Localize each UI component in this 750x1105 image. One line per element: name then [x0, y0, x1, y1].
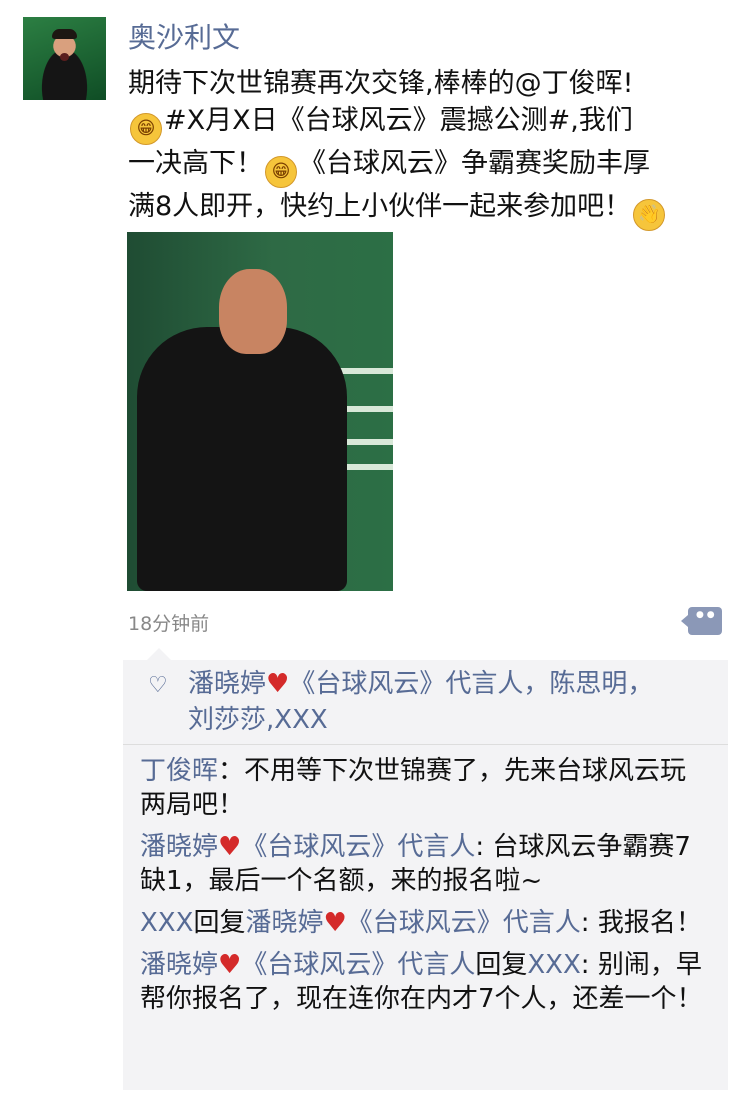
post-line-2: 😁 #X月X日《台球风云》震撼公测#,我们: [128, 102, 708, 145]
avatar-mouth: [60, 53, 69, 61]
likes-row: ♡ 潘晓婷♥《台球风云》代言人，陈思明， 刘莎莎,XXX: [123, 660, 728, 745]
avatar-hair: [52, 29, 77, 39]
post-line-2-text: #X月X日《台球风云》震撼公测#,我们: [164, 105, 633, 136]
grinning-face-icon: 😁: [130, 113, 162, 145]
heart-outline-icon: ♡: [148, 673, 168, 698]
reply-target[interactable]: XXX: [527, 950, 580, 980]
comment-item[interactable]: 丁俊晖：不用等下次世锦赛了，先来台球风云玩两局吧！: [140, 754, 705, 822]
post-line-3-a: 一决高下！: [128, 148, 263, 179]
post-text: 期待下次世锦赛再次交锋,棒棒的@丁俊晖! 😁 #X月X日《台球风云》震撼公测#,我…: [128, 65, 708, 231]
player-head: [219, 269, 287, 354]
reply-word: 回复: [475, 950, 528, 980]
player-body: [137, 327, 347, 591]
post-time: 18分钟前: [128, 613, 210, 635]
heart-icon: ♥: [218, 950, 242, 980]
like-name[interactable]: 刘莎莎: [188, 705, 266, 735]
comment-author[interactable]: 潘晓婷: [140, 832, 218, 862]
post-photo[interactable]: [127, 232, 393, 591]
grinning-face-icon: 😁: [265, 156, 297, 188]
like-separator: ，: [627, 669, 654, 699]
reply-target[interactable]: 潘晓婷: [245, 908, 323, 938]
like-name[interactable]: 陈思明: [549, 669, 627, 699]
like-name[interactable]: 《台球风云》代言人: [289, 669, 523, 699]
heart-icon: ♥: [266, 669, 290, 699]
comment-author-suffix[interactable]: 《台球风云》代言人: [241, 832, 475, 862]
heart-icon: ♥: [218, 832, 242, 862]
comment-item[interactable]: XXX回复潘晓婷♥《台球风云》代言人: 我报名！: [140, 906, 705, 940]
comment-button[interactable]: [681, 607, 722, 635]
like-separator: ，: [523, 669, 550, 699]
post-line-4-text: 满8人即开，快约上小伙伴一起来参加吧！: [128, 191, 632, 222]
post-line-3-b: 《台球风云》争霸赛奖励丰厚: [299, 148, 650, 179]
comment-item[interactable]: 潘晓婷♥《台球风云》代言人回复XXX: 别闹，早帮你报名了，现在连你在内才7个人…: [140, 948, 705, 1016]
interaction-box: ♡ 潘晓婷♥《台球风云》代言人，陈思明， 刘莎莎,XXX 丁俊晖：不用等下次世锦…: [123, 648, 728, 1090]
post-line-3: 一决高下！ 😁 《台球风云》争霸赛奖励丰厚: [128, 145, 708, 188]
comment-author[interactable]: 潘晓婷: [140, 950, 218, 980]
comment-text: ：不用等下次世锦赛了，先来台球风云玩两局吧！: [140, 756, 687, 820]
reply-word: 回复: [193, 908, 246, 938]
hand-icon: 👋: [633, 199, 666, 231]
like-name[interactable]: XXX: [274, 705, 327, 735]
comment-author[interactable]: 丁俊晖: [140, 756, 218, 786]
post-line-4: 满8人即开，快约上小伙伴一起来参加吧！ 👋: [128, 188, 708, 231]
post-author-name[interactable]: 奥沙利文: [128, 20, 240, 56]
comment-item[interactable]: 潘晓婷♥《台球风云》代言人: 台球风云争霸赛7缺1，最后一个名额，来的报名啦~: [140, 830, 705, 898]
like-name[interactable]: 潘晓婷: [188, 669, 266, 699]
comment-author[interactable]: XXX: [140, 908, 193, 938]
likes-list: 潘晓婷♥《台球风云》代言人，陈思明， 刘莎莎,XXX: [188, 666, 708, 738]
comment-text: : 我报名！: [580, 908, 702, 938]
post-line-1: 期待下次世锦赛再次交锋,棒棒的@丁俊晖!: [128, 68, 634, 99]
reply-target-suffix[interactable]: 《台球风云》代言人: [347, 908, 581, 938]
comment-author-suffix[interactable]: 《台球风云》代言人: [241, 950, 475, 980]
comments-list: 丁俊晖：不用等下次世锦赛了，先来台球风云玩两局吧！ 潘晓婷♥《台球风云》代言人:…: [140, 754, 705, 1024]
author-avatar[interactable]: [23, 17, 106, 100]
heart-icon: ♥: [323, 908, 347, 938]
